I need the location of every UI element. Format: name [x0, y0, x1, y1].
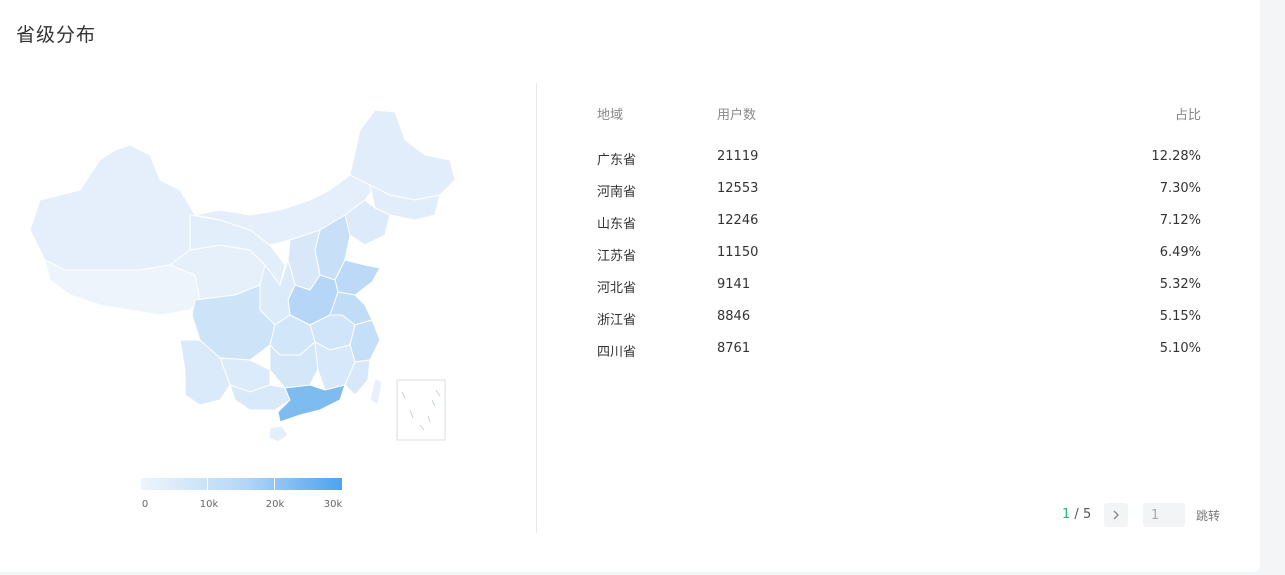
map-region-zhejiang[interactable] [349, 319, 381, 363]
table-row: 广东省 21119 12.28% [597, 149, 1201, 181]
header-users: 用户数 [717, 108, 757, 123]
cell-region: 山东省 [597, 217, 637, 232]
legend-tick [274, 478, 275, 490]
map-region-guangxi[interactable] [229, 384, 291, 411]
header-ratio: 占比 [1174, 108, 1201, 123]
map-region-hainan[interactable] [268, 425, 289, 443]
map-region-taiwan[interactable] [369, 377, 383, 406]
map-region-xinjiang[interactable] [29, 144, 196, 271]
cell-region: 河南省 [597, 185, 637, 200]
cell-users: 9141 [717, 277, 751, 292]
card-title: 省级分布 [16, 24, 97, 46]
cell-ratio: 5.10% [1159, 341, 1201, 356]
legend-label: 30k [323, 499, 343, 510]
cell-users: 21119 [717, 149, 759, 164]
table-row: 山东省 12246 7.12% [597, 213, 1201, 245]
header-region: 地域 [597, 108, 624, 123]
legend-tick [207, 478, 208, 490]
cell-ratio: 5.15% [1159, 309, 1201, 324]
legend-label: 20k [265, 499, 285, 510]
page-separator: / [1074, 507, 1079, 522]
next-page-button[interactable] [1104, 503, 1128, 527]
cell-region: 浙江省 [597, 313, 637, 328]
map-region-guangdong[interactable] [277, 384, 346, 423]
cell-region: 河北省 [597, 281, 637, 296]
china-map [20, 100, 520, 450]
legend-gradient-bar [141, 478, 342, 490]
current-page: 1 [1062, 507, 1071, 522]
south-china-sea-inset [396, 379, 446, 441]
page-jump-input[interactable] [1143, 503, 1185, 527]
table-row: 河南省 12553 7.30% [597, 181, 1201, 213]
table-row: 浙江省 8846 5.15% [597, 309, 1201, 341]
color-legend: 0 10k 20k 30k [141, 478, 343, 512]
cell-users: 8846 [717, 309, 751, 324]
province-distribution-card: 省级分布 0 10k 20k 30k 地域 用户数 占比 广东省 21119 1… [0, 0, 1260, 572]
cell-users: 11150 [717, 245, 759, 260]
cell-region: 江苏省 [597, 249, 637, 264]
chevron-right-icon [1113, 510, 1119, 520]
jump-button[interactable]: 跳转 [1196, 507, 1220, 524]
cell-users: 12553 [717, 181, 759, 196]
cell-region: 四川省 [597, 345, 637, 360]
cell-region: 广东省 [597, 153, 637, 168]
total-pages: 5 [1082, 507, 1092, 522]
cell-ratio: 12.28% [1151, 149, 1201, 164]
cell-ratio: 6.49% [1159, 245, 1201, 260]
cell-users: 12246 [717, 213, 759, 228]
legend-label: 10k [199, 499, 219, 510]
legend-label: 0 [141, 499, 149, 510]
table-row: 江苏省 11150 6.49% [597, 245, 1201, 277]
page-indicator: 1 / 5 [1062, 507, 1091, 522]
table-row: 河北省 9141 5.32% [597, 277, 1201, 309]
table-row: 四川省 8761 5.10% [597, 341, 1201, 373]
pagination: 1 / 5 跳转 [1062, 503, 1232, 527]
cell-users: 8761 [717, 341, 751, 356]
cell-ratio: 7.12% [1159, 213, 1201, 228]
cell-ratio: 5.32% [1159, 277, 1201, 292]
vertical-divider [536, 83, 537, 533]
cell-ratio: 7.30% [1159, 181, 1201, 196]
